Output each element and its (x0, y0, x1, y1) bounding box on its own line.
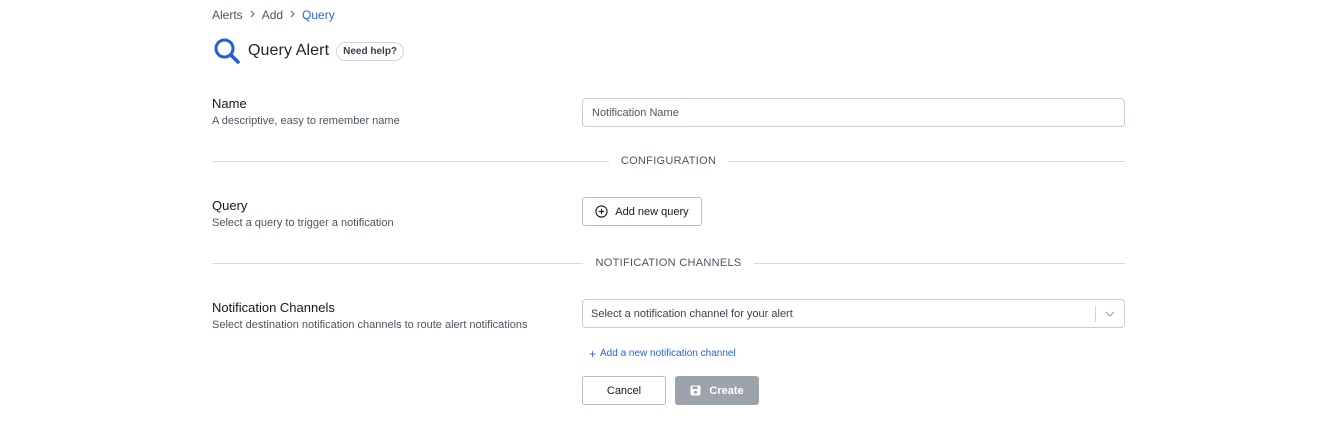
name-label: Name (212, 96, 247, 111)
notification-channels-heading: NOTIFICATION CHANNELS (595, 257, 742, 269)
name-label-block: Name A descriptive, easy to remember nam… (212, 96, 400, 127)
chevron-down-icon[interactable] (1096, 311, 1124, 317)
plus-circle-icon (595, 205, 608, 218)
notification-name-input[interactable] (582, 98, 1125, 127)
divider-line (212, 262, 584, 264)
breadcrumb: Alerts Add Query (212, 8, 335, 22)
divider-line (753, 262, 1125, 264)
divider-line (728, 160, 1126, 162)
configuration-heading: CONFIGURATION (620, 155, 717, 167)
save-icon (690, 385, 701, 396)
add-notification-channel-link[interactable]: + Add a new notification channel (589, 346, 736, 361)
configuration-divider: CONFIGURATION (212, 155, 1126, 167)
name-description: A descriptive, easy to remember name (212, 115, 400, 127)
page-title: Query Alert (248, 42, 330, 59)
select-placeholder: Select a notification channel for your a… (591, 307, 793, 320)
chevron-right-icon (289, 9, 296, 21)
add-new-query-button[interactable]: Add new query (582, 197, 702, 226)
create-label: Create (709, 384, 744, 397)
channels-description: Select destination notification channels… (212, 319, 528, 331)
breadcrumb-add[interactable]: Add (262, 8, 283, 22)
search-icon (212, 36, 242, 66)
cancel-button[interactable]: Cancel (582, 376, 666, 405)
notification-channel-select[interactable]: Select a notification channel for your a… (582, 299, 1125, 328)
add-notification-channel-label: Add a new notification channel (600, 348, 736, 359)
need-help-button[interactable]: Need help? (336, 41, 405, 61)
create-button[interactable]: Create (675, 376, 759, 405)
query-label: Query (212, 198, 248, 213)
breadcrumb-query: Query (302, 8, 335, 22)
query-label-block: Query Select a query to trigger a notifi… (212, 198, 394, 229)
add-new-query-label: Add new query (615, 205, 689, 218)
divider-line (212, 160, 609, 162)
page-header: Query Alert Need help? (212, 36, 405, 66)
channels-label-block: Notification Channels Select destination… (212, 300, 528, 331)
breadcrumb-alerts[interactable]: Alerts (212, 8, 243, 22)
chevron-right-icon (249, 9, 256, 21)
plus-icon: + (589, 346, 597, 361)
notification-channels-divider: NOTIFICATION CHANNELS (212, 257, 1125, 269)
query-description: Select a query to trigger a notification (212, 217, 394, 229)
query-alert-page: Alerts Add Query Query Alert Need help? … (0, 0, 1324, 443)
channels-label: Notification Channels (212, 300, 335, 315)
